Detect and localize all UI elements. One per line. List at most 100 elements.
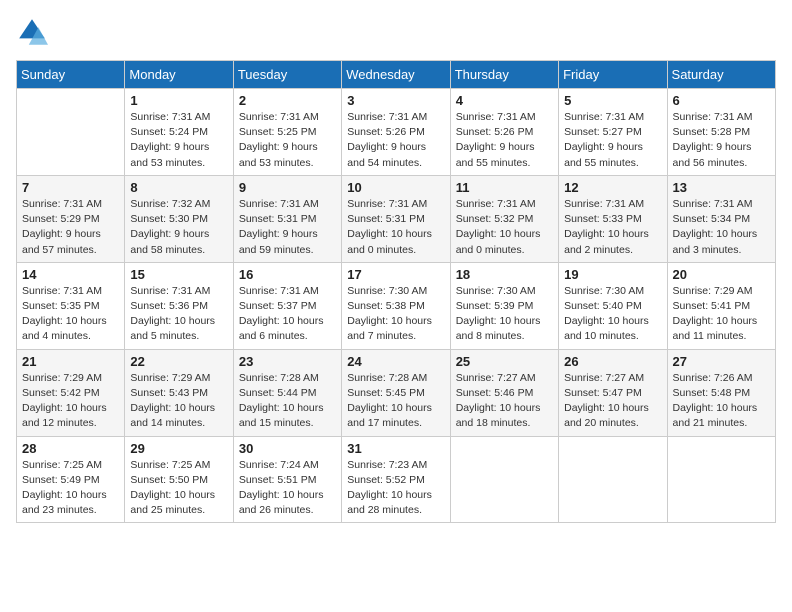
weekday-header: Wednesday [342, 61, 450, 89]
day-number: 24 [347, 354, 444, 369]
calendar-cell [667, 436, 775, 523]
calendar-cell: 17 Sunrise: 7:30 AMSunset: 5:38 PMDaylig… [342, 262, 450, 349]
day-info: Sunrise: 7:25 AMSunset: 5:50 PMDaylight:… [130, 458, 227, 519]
day-number: 20 [673, 267, 770, 282]
calendar-cell: 8 Sunrise: 7:32 AMSunset: 5:30 PMDayligh… [125, 175, 233, 262]
calendar-cell: 21 Sunrise: 7:29 AMSunset: 5:42 PMDaylig… [17, 349, 125, 436]
weekday-header: Monday [125, 61, 233, 89]
day-info: Sunrise: 7:31 AMSunset: 5:27 PMDaylight:… [564, 110, 661, 171]
day-number: 4 [456, 93, 553, 108]
calendar-cell: 9 Sunrise: 7:31 AMSunset: 5:31 PMDayligh… [233, 175, 341, 262]
day-number: 28 [22, 441, 119, 456]
day-info: Sunrise: 7:30 AMSunset: 5:40 PMDaylight:… [564, 284, 661, 345]
calendar-cell [17, 89, 125, 176]
calendar-cell: 6 Sunrise: 7:31 AMSunset: 5:28 PMDayligh… [667, 89, 775, 176]
day-info: Sunrise: 7:29 AMSunset: 5:41 PMDaylight:… [673, 284, 770, 345]
day-info: Sunrise: 7:27 AMSunset: 5:47 PMDaylight:… [564, 371, 661, 432]
day-info: Sunrise: 7:31 AMSunset: 5:36 PMDaylight:… [130, 284, 227, 345]
calendar-cell: 12 Sunrise: 7:31 AMSunset: 5:33 PMDaylig… [559, 175, 667, 262]
day-number: 1 [130, 93, 227, 108]
day-number: 8 [130, 180, 227, 195]
weekday-header: Sunday [17, 61, 125, 89]
calendar-cell: 29 Sunrise: 7:25 AMSunset: 5:50 PMDaylig… [125, 436, 233, 523]
calendar-cell: 19 Sunrise: 7:30 AMSunset: 5:40 PMDaylig… [559, 262, 667, 349]
day-number: 21 [22, 354, 119, 369]
day-info: Sunrise: 7:31 AMSunset: 5:26 PMDaylight:… [347, 110, 444, 171]
calendar-cell: 23 Sunrise: 7:28 AMSunset: 5:44 PMDaylig… [233, 349, 341, 436]
calendar-cell: 25 Sunrise: 7:27 AMSunset: 5:46 PMDaylig… [450, 349, 558, 436]
day-number: 31 [347, 441, 444, 456]
day-info: Sunrise: 7:31 AMSunset: 5:31 PMDaylight:… [239, 197, 336, 258]
day-number: 7 [22, 180, 119, 195]
calendar-cell: 31 Sunrise: 7:23 AMSunset: 5:52 PMDaylig… [342, 436, 450, 523]
day-number: 12 [564, 180, 661, 195]
day-number: 16 [239, 267, 336, 282]
calendar-cell: 4 Sunrise: 7:31 AMSunset: 5:26 PMDayligh… [450, 89, 558, 176]
calendar-cell: 27 Sunrise: 7:26 AMSunset: 5:48 PMDaylig… [667, 349, 775, 436]
day-number: 3 [347, 93, 444, 108]
day-info: Sunrise: 7:31 AMSunset: 5:29 PMDaylight:… [22, 197, 119, 258]
calendar-week-row: 21 Sunrise: 7:29 AMSunset: 5:42 PMDaylig… [17, 349, 776, 436]
day-info: Sunrise: 7:31 AMSunset: 5:34 PMDaylight:… [673, 197, 770, 258]
logo [16, 16, 52, 48]
calendar-cell: 24 Sunrise: 7:28 AMSunset: 5:45 PMDaylig… [342, 349, 450, 436]
day-number: 6 [673, 93, 770, 108]
day-number: 29 [130, 441, 227, 456]
day-number: 25 [456, 354, 553, 369]
weekday-header: Tuesday [233, 61, 341, 89]
day-number: 15 [130, 267, 227, 282]
day-number: 23 [239, 354, 336, 369]
weekday-header: Thursday [450, 61, 558, 89]
calendar-cell: 1 Sunrise: 7:31 AMSunset: 5:24 PMDayligh… [125, 89, 233, 176]
day-number: 22 [130, 354, 227, 369]
calendar-cell: 15 Sunrise: 7:31 AMSunset: 5:36 PMDaylig… [125, 262, 233, 349]
logo-icon [16, 16, 48, 48]
calendar-cell: 11 Sunrise: 7:31 AMSunset: 5:32 PMDaylig… [450, 175, 558, 262]
calendar-cell: 30 Sunrise: 7:24 AMSunset: 5:51 PMDaylig… [233, 436, 341, 523]
calendar-cell: 10 Sunrise: 7:31 AMSunset: 5:31 PMDaylig… [342, 175, 450, 262]
day-info: Sunrise: 7:31 AMSunset: 5:37 PMDaylight:… [239, 284, 336, 345]
calendar-cell: 7 Sunrise: 7:31 AMSunset: 5:29 PMDayligh… [17, 175, 125, 262]
weekday-header-row: SundayMondayTuesdayWednesdayThursdayFrid… [17, 61, 776, 89]
day-info: Sunrise: 7:26 AMSunset: 5:48 PMDaylight:… [673, 371, 770, 432]
day-number: 9 [239, 180, 336, 195]
day-info: Sunrise: 7:31 AMSunset: 5:26 PMDaylight:… [456, 110, 553, 171]
day-number: 18 [456, 267, 553, 282]
calendar-cell: 3 Sunrise: 7:31 AMSunset: 5:26 PMDayligh… [342, 89, 450, 176]
day-number: 19 [564, 267, 661, 282]
calendar-week-row: 28 Sunrise: 7:25 AMSunset: 5:49 PMDaylig… [17, 436, 776, 523]
day-info: Sunrise: 7:31 AMSunset: 5:28 PMDaylight:… [673, 110, 770, 171]
day-number: 17 [347, 267, 444, 282]
day-number: 13 [673, 180, 770, 195]
calendar-week-row: 7 Sunrise: 7:31 AMSunset: 5:29 PMDayligh… [17, 175, 776, 262]
calendar-cell [450, 436, 558, 523]
calendar-cell: 2 Sunrise: 7:31 AMSunset: 5:25 PMDayligh… [233, 89, 341, 176]
day-number: 14 [22, 267, 119, 282]
calendar-cell: 18 Sunrise: 7:30 AMSunset: 5:39 PMDaylig… [450, 262, 558, 349]
day-info: Sunrise: 7:31 AMSunset: 5:24 PMDaylight:… [130, 110, 227, 171]
weekday-header: Friday [559, 61, 667, 89]
day-number: 11 [456, 180, 553, 195]
day-info: Sunrise: 7:25 AMSunset: 5:49 PMDaylight:… [22, 458, 119, 519]
day-info: Sunrise: 7:30 AMSunset: 5:38 PMDaylight:… [347, 284, 444, 345]
day-info: Sunrise: 7:31 AMSunset: 5:32 PMDaylight:… [456, 197, 553, 258]
day-info: Sunrise: 7:31 AMSunset: 5:35 PMDaylight:… [22, 284, 119, 345]
calendar-cell: 26 Sunrise: 7:27 AMSunset: 5:47 PMDaylig… [559, 349, 667, 436]
day-number: 10 [347, 180, 444, 195]
calendar-cell: 28 Sunrise: 7:25 AMSunset: 5:49 PMDaylig… [17, 436, 125, 523]
day-info: Sunrise: 7:27 AMSunset: 5:46 PMDaylight:… [456, 371, 553, 432]
calendar-cell: 16 Sunrise: 7:31 AMSunset: 5:37 PMDaylig… [233, 262, 341, 349]
page-header [16, 16, 776, 48]
calendar-week-row: 14 Sunrise: 7:31 AMSunset: 5:35 PMDaylig… [17, 262, 776, 349]
day-info: Sunrise: 7:31 AMSunset: 5:25 PMDaylight:… [239, 110, 336, 171]
calendar-cell: 20 Sunrise: 7:29 AMSunset: 5:41 PMDaylig… [667, 262, 775, 349]
day-info: Sunrise: 7:28 AMSunset: 5:45 PMDaylight:… [347, 371, 444, 432]
day-info: Sunrise: 7:29 AMSunset: 5:42 PMDaylight:… [22, 371, 119, 432]
day-info: Sunrise: 7:24 AMSunset: 5:51 PMDaylight:… [239, 458, 336, 519]
calendar-cell [559, 436, 667, 523]
calendar-cell: 5 Sunrise: 7:31 AMSunset: 5:27 PMDayligh… [559, 89, 667, 176]
day-info: Sunrise: 7:31 AMSunset: 5:33 PMDaylight:… [564, 197, 661, 258]
day-info: Sunrise: 7:31 AMSunset: 5:31 PMDaylight:… [347, 197, 444, 258]
day-number: 5 [564, 93, 661, 108]
calendar-cell: 13 Sunrise: 7:31 AMSunset: 5:34 PMDaylig… [667, 175, 775, 262]
